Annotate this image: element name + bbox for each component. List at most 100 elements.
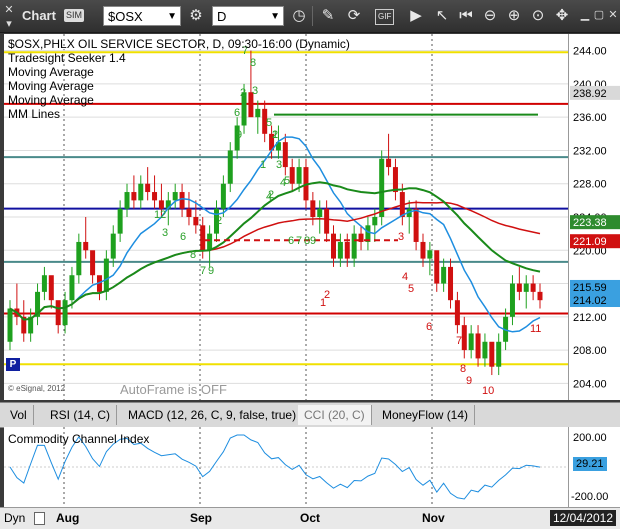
tab-vol[interactable]: Vol [4,405,34,425]
candle-body [90,250,96,276]
date-label-oct: Oct [300,511,321,525]
candle-body [76,241,82,276]
tab-cci[interactable]: CCI (20, C) [298,405,372,425]
candle-body [172,192,178,201]
seeker-green-label: 9 [208,265,214,277]
candle-body [475,333,481,359]
candle-body [509,283,515,317]
seeker-green-label: 9 [236,129,242,141]
zoom-in-icon[interactable]: ⊕ [504,6,524,26]
candle-body [392,167,398,193]
candle-body [7,308,13,342]
date-label-nov: Nov [422,511,445,525]
gif-button[interactable]: GIF [375,9,395,25]
candle-body [448,266,454,301]
cci-chart[interactable]: Commodity Channel Index [4,427,568,507]
chevron-down-icon[interactable]: ▼ [167,7,177,27]
price-tag-label: 214.02 [573,295,607,307]
link-gear-icon[interactable]: ⚙ [186,6,206,26]
candle-body [103,258,109,292]
back-icon[interactable]: ⏮ [456,6,476,26]
seeker-red-label: 4 [402,271,408,283]
legend-ma-1: Moving Average [8,65,94,79]
price-tick-label: 228.00 [573,179,607,191]
interval-value: D [217,9,227,24]
candle-body [227,150,233,184]
seeker-green-label: 12 [154,209,166,221]
date-label-aug: Aug [56,511,80,525]
date-axis[interactable]: Dyn Aug Sep Oct Nov 12/04/2012 [0,507,620,529]
seeker-green-label: 7 [296,235,302,247]
crosshair-icon[interactable]: ✥ [552,6,572,26]
seeker-green-label: 2 [240,87,246,99]
cci-tick-top: 200.00 [573,432,607,444]
candle-body [145,183,151,193]
candle-body [461,325,467,351]
candle-body [317,208,323,217]
candle-body [427,250,433,259]
seeker-red-label: 8 [460,363,466,375]
seeker-red-label: 3 [398,231,404,243]
seeker-green-label: 3 [252,85,258,97]
zoom-fit-icon[interactable]: ⊙ [528,6,548,26]
candle-body [289,167,295,184]
price-axis[interactable]: 204.00208.00212.00216.00220.00224.00228.… [568,34,620,400]
candle-body [454,300,460,326]
cci-title: Commodity Channel Index [8,432,150,446]
legend-ma-2: Moving Average [8,79,94,93]
candle-body [344,241,350,259]
seeker-green-label: 9 [310,235,316,247]
p-marker-icon[interactable]: P [6,358,20,371]
interval-input[interactable]: D ▼ [212,6,284,26]
pencil-icon[interactable]: ✎ [318,6,338,26]
candle-body [441,266,447,284]
minimize-icon[interactable]: ▁ [578,8,592,22]
seeker-red-label: 9 [466,375,472,387]
candle-body [131,192,137,201]
candle-body [537,291,543,301]
candle-body [200,225,206,251]
candle-body [124,192,130,209]
tab-moneyflow[interactable]: MoneyFlow (14) [376,405,476,425]
close-icon[interactable]: ✕ [606,8,620,22]
seeker-green-label: 2 [272,129,278,141]
seeker-green-label: 7 [200,265,206,277]
seeker-red-label: 10 [482,385,494,397]
candle-body [523,283,529,292]
cci-axis: 200.00 29.21 -200.00 [568,427,620,507]
ma-green-line [9,181,541,321]
candle-body [179,192,185,209]
seeker-green-label: 6 [288,235,294,247]
price-tag-label: 221.09 [573,236,607,248]
candle-body [324,208,330,234]
symbol-input[interactable]: $OSX ▼ [103,6,181,26]
cursor-icon[interactable]: ↖ [432,6,452,26]
price-tag-label: 215.59 [573,282,607,294]
candle-body [372,217,378,226]
seeker-green-label: 2 [216,215,222,227]
seeker-green-label: 8 [190,249,196,261]
candle-body [516,283,522,292]
candle-body [310,200,316,217]
page-icon[interactable] [34,512,45,525]
refresh-icon[interactable]: ⟳ [344,6,364,26]
play-icon[interactable]: ▶ [406,6,426,26]
candle-body [62,300,68,326]
candle-body [413,208,419,242]
zoom-out-icon[interactable]: ⊖ [480,6,500,26]
tab-rsi[interactable]: RSI (14, C) [44,405,118,425]
candle-body [337,241,343,259]
candle-body [351,233,357,259]
collapse-icon[interactable]: ▾ [2,17,16,31]
dyn-button[interactable]: Dyn [4,511,25,525]
candle-body [379,158,385,217]
price-chart[interactable]: 7 8 2 3 6 9 5 1 3 2 4 12 3 6 8 7 9 2 4 5 6 7 8 9 1 2 1 2 3 4 5 6 7 8 9 10 11… [4,34,568,400]
close-window-icon[interactable]: ✕ [2,3,16,17]
price-tick-label: 244.00 [573,46,607,58]
tab-macd[interactable]: MACD (12, 26, C, 9, false, true) [122,405,304,425]
chevron-down-icon[interactable]: ▼ [270,7,280,27]
legend-tradesight: Tradesight Seeker 1.4 [8,51,126,65]
clock-icon[interactable]: ◷ [289,6,309,26]
maximize-icon[interactable]: ▢ [592,8,606,22]
window-title: Chart [22,8,56,23]
